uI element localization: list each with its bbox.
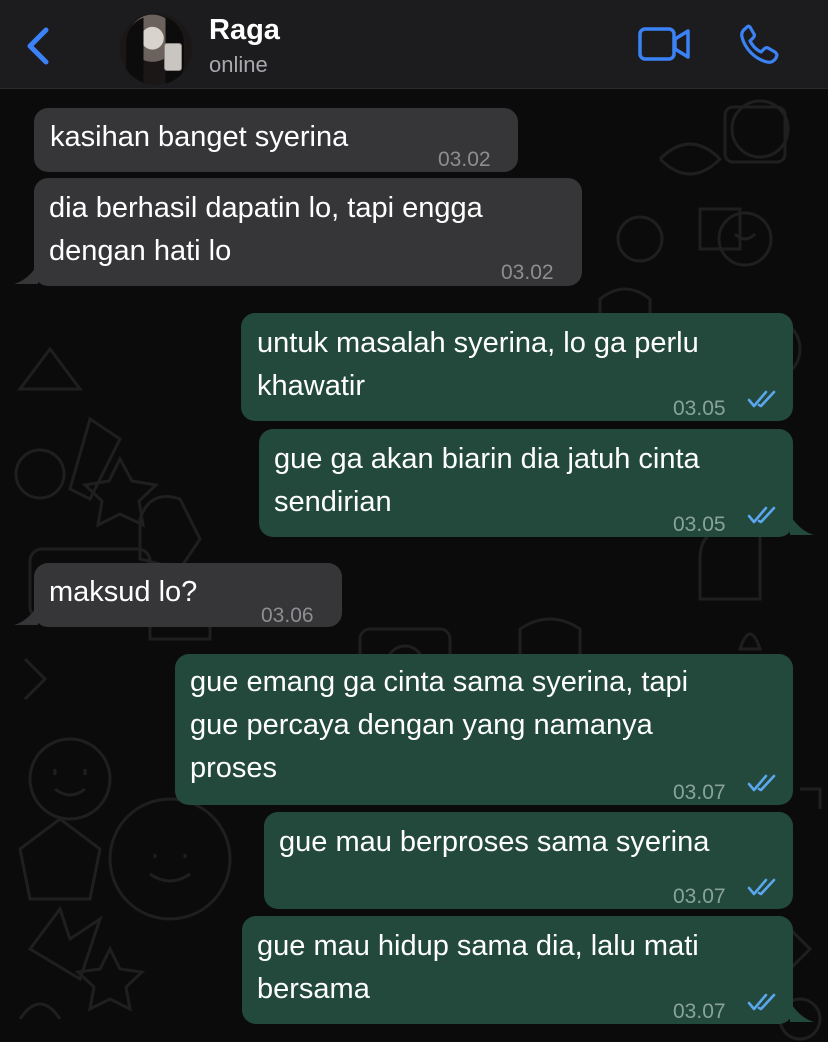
chat-message-list[interactable]: kasihan banget syerina 03.02 dia berhasi… bbox=[0, 89, 828, 1042]
avatar-phone bbox=[164, 43, 182, 71]
phone-icon[interactable] bbox=[738, 24, 782, 66]
message-time: 03.07 bbox=[673, 1000, 726, 1023]
message-time: 03.07 bbox=[673, 885, 726, 908]
message-text: maksud lo? bbox=[49, 576, 198, 608]
video-call-icon[interactable] bbox=[638, 26, 690, 62]
outgoing-message-bubble[interactable]: gue mau berproses sama syerina 03.07 bbox=[264, 812, 793, 909]
bubble-tail bbox=[14, 605, 38, 625]
message-text: gue mau berproses sama syerina bbox=[279, 826, 710, 858]
message-time: 03.02 bbox=[501, 261, 554, 284]
message-text: untuk masalah syerina, lo ga perlu khawa… bbox=[257, 327, 699, 402]
read-receipt-icon bbox=[747, 774, 776, 792]
message-time: 03.05 bbox=[673, 397, 726, 420]
bubble-tail bbox=[14, 264, 38, 284]
outgoing-message-bubble[interactable]: gue emang ga cinta sama syerina, tapi gu… bbox=[175, 654, 793, 805]
contact-name[interactable]: Raga bbox=[209, 14, 280, 47]
message-time: 03.02 bbox=[438, 148, 491, 171]
contact-avatar[interactable] bbox=[120, 13, 192, 85]
bubble-tail bbox=[790, 1002, 814, 1022]
message-time: 03.05 bbox=[673, 513, 726, 536]
read-receipt-icon bbox=[747, 993, 776, 1011]
chevron-left-icon[interactable] bbox=[22, 24, 56, 68]
outgoing-message-bubble[interactable]: gue mau hidup sama dia, lalu mati bersam… bbox=[242, 916, 793, 1024]
incoming-message-bubble[interactable]: maksud lo? 03.06 bbox=[34, 563, 342, 627]
bubble-tail bbox=[790, 515, 814, 535]
outgoing-message-bubble[interactable]: gue ga akan biarin dia jatuh cinta sendi… bbox=[259, 429, 793, 537]
read-receipt-icon bbox=[747, 506, 776, 524]
contact-status: online bbox=[209, 52, 268, 77]
chat-header: Raga online bbox=[0, 0, 828, 89]
incoming-message-bubble[interactable]: kasihan banget syerina 03.02 bbox=[34, 108, 518, 172]
message-text: gue ga akan biarin dia jatuh cinta sendi… bbox=[274, 443, 700, 518]
message-time: 03.07 bbox=[673, 781, 726, 804]
message-time: 03.06 bbox=[261, 604, 314, 627]
incoming-message-bubble[interactable]: dia berhasil dapatin lo, tapi engga deng… bbox=[34, 178, 582, 286]
read-receipt-icon bbox=[747, 878, 776, 896]
outgoing-message-bubble[interactable]: untuk masalah syerina, lo ga perlu khawa… bbox=[241, 313, 793, 421]
read-receipt-icon bbox=[747, 390, 776, 408]
message-text: kasihan banget syerina bbox=[50, 121, 349, 153]
message-text: gue emang ga cinta sama syerina, tapi gu… bbox=[190, 666, 689, 784]
message-text: gue mau hidup sama dia, lalu mati bersam… bbox=[257, 930, 699, 1005]
message-text: dia berhasil dapatin lo, tapi engga deng… bbox=[49, 192, 483, 267]
